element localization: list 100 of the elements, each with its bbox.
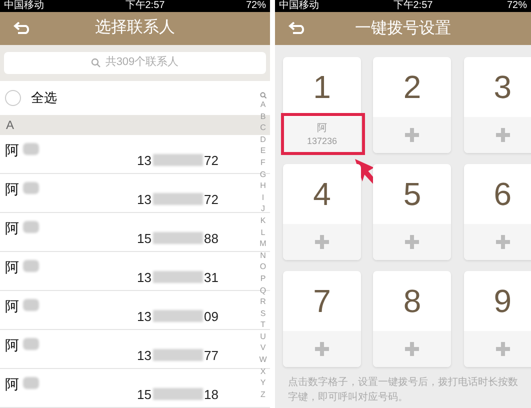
index-letter[interactable]: O <box>260 261 266 273</box>
index-letter[interactable]: R <box>260 296 266 308</box>
blurred-name <box>23 377 39 389</box>
slot-number: 9 <box>494 282 512 321</box>
phone-suffix: 09 <box>204 308 218 326</box>
search-icon <box>91 58 102 68</box>
plus-icon <box>496 342 510 356</box>
index-letter[interactable]: E <box>260 145 266 157</box>
dial-slot[interactable]: 5 <box>373 164 452 260</box>
index-letter[interactable]: Z <box>260 388 266 400</box>
index-letter[interactable]: P <box>260 272 266 284</box>
slot-number: 4 <box>313 175 331 214</box>
index-letter[interactable]: M <box>260 238 266 250</box>
dial-slot[interactable]: 6 <box>464 164 531 260</box>
phone-prefix: 13 <box>137 308 152 326</box>
phone-prefix: 15 <box>137 230 152 248</box>
index-letter[interactable]: L <box>260 226 266 238</box>
slot-contact-phone: 137236 <box>306 135 338 147</box>
dial-slot[interactable]: 7 <box>283 271 361 367</box>
phone-prefix: 13 <box>137 152 152 170</box>
phone-suffix: 31 <box>204 269 218 287</box>
back-button[interactable] <box>12 20 32 36</box>
slot-number: 2 <box>403 68 422 107</box>
time-label: 下午2:57 <box>393 1 433 11</box>
index-letter[interactable]: B <box>260 110 266 122</box>
phone-prefix: 13 <box>137 191 152 209</box>
contact-name: 阿 <box>5 258 19 277</box>
dial-slot[interactable]: 8 <box>373 271 452 367</box>
blurred-name <box>23 182 39 194</box>
plus-icon <box>496 235 510 249</box>
phone-prefix: 13 <box>137 347 152 365</box>
index-letter[interactable]: J <box>261 203 265 215</box>
back-arrow-icon <box>13 22 31 34</box>
screen-title: 选择联系人 <box>95 18 175 38</box>
blurred-digits <box>153 310 203 322</box>
slot-number: 1 <box>313 68 331 107</box>
slot-number: 6 <box>494 175 512 214</box>
dial-slot[interactable]: 3 <box>464 57 531 153</box>
phone-suffix: 72 <box>204 152 218 170</box>
slot-number: 5 <box>403 175 422 214</box>
index-letter[interactable]: Y <box>260 377 266 389</box>
blurred-name <box>23 221 39 233</box>
blurred-name <box>23 260 39 272</box>
blurred-name <box>23 143 39 155</box>
plus-icon <box>315 342 329 356</box>
index-search-icon[interactable] <box>260 92 266 99</box>
contact-name: 阿 <box>5 180 19 199</box>
select-all-radio[interactable] <box>5 90 21 106</box>
blurred-digits <box>153 349 203 361</box>
plus-icon <box>496 128 510 142</box>
index-letter[interactable]: H <box>260 180 266 192</box>
index-letter[interactable]: D <box>260 134 266 146</box>
phone-suffix: 88 <box>204 230 218 248</box>
contact-name: 阿 <box>5 336 19 355</box>
back-arrow-icon <box>288 22 306 34</box>
contact-name: 阿 <box>5 219 19 238</box>
blurred-name <box>23 338 39 350</box>
screen-title: 一键拨号设置 <box>355 18 451 38</box>
dial-slot[interactable]: 4 <box>283 164 361 260</box>
index-letter[interactable]: C <box>260 122 266 134</box>
index-letter[interactable]: V <box>260 342 266 354</box>
carrier-label: 中国移动 <box>4 0 44 11</box>
index-letter[interactable]: U <box>260 330 266 342</box>
dial-slot[interactable]: 9 <box>464 271 531 367</box>
phone-prefix: 15 <box>137 386 152 404</box>
slot-contact-name: 阿 <box>317 123 327 135</box>
index-letter[interactable]: I <box>262 192 264 204</box>
contact-name: 阿 <box>5 375 19 394</box>
select-all-label: 全选 <box>31 89 57 108</box>
time-label: 下午2:57 <box>125 0 165 11</box>
index-letter[interactable]: T <box>260 319 266 331</box>
index-letter[interactable]: K <box>260 214 266 227</box>
index-letter[interactable]: A <box>260 99 266 111</box>
phone-prefix: 13 <box>137 269 152 287</box>
carrier-label: 中国移动 <box>279 1 319 11</box>
index-letter[interactable]: S <box>260 308 266 320</box>
dial-slot[interactable]: 2 <box>373 57 452 153</box>
back-button[interactable] <box>287 20 307 36</box>
blurred-name <box>23 299 39 311</box>
plus-icon <box>405 342 420 356</box>
plus-icon <box>405 128 420 142</box>
blurred-digits <box>153 271 203 283</box>
phone-suffix: 72 <box>204 191 218 209</box>
battery-label: 72% <box>506 1 527 11</box>
battery-label: 72% <box>246 0 266 11</box>
blurred-digits <box>153 193 203 205</box>
blurred-digits <box>153 388 203 400</box>
index-letter[interactable]: F <box>260 156 266 169</box>
slot-number: 8 <box>403 282 422 321</box>
plus-icon <box>405 235 420 249</box>
plus-icon <box>315 235 329 249</box>
phone-suffix: 77 <box>204 347 218 365</box>
search-field[interactable]: 共309个联系人 <box>4 52 266 74</box>
index-letter[interactable]: W <box>259 354 267 366</box>
blurred-digits <box>153 232 203 244</box>
contact-name: 阿 <box>5 297 19 316</box>
phone-suffix: 18 <box>204 386 218 404</box>
index-letter[interactable]: N <box>260 250 266 262</box>
hint-text: 点击数字格子，设置一键拨号后，拨打电话时长按数字键，即可呼叫对应号码。 <box>287 376 519 405</box>
contact-name: 阿 <box>5 141 19 160</box>
